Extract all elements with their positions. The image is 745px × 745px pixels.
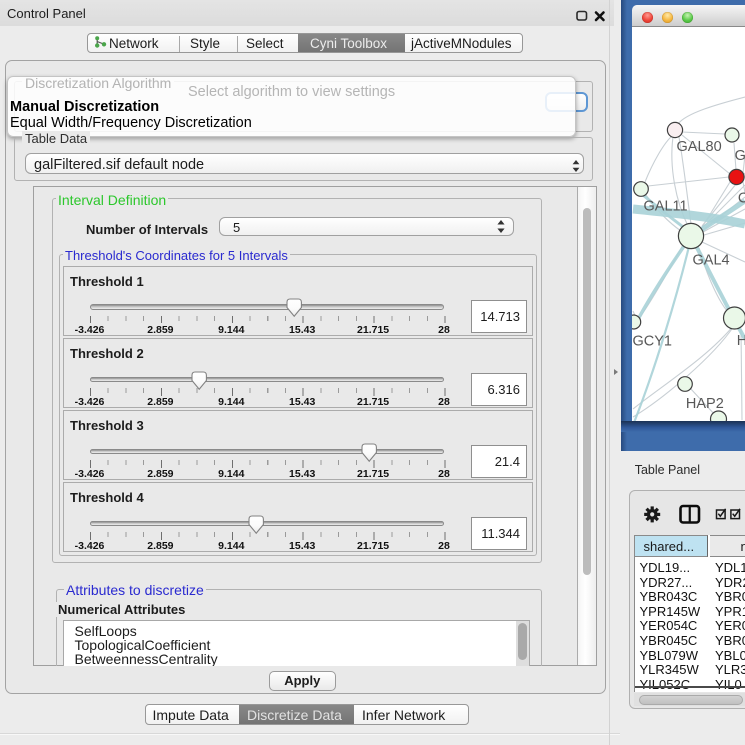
svg-text:C: C	[738, 191, 745, 207]
svg-text:GAL80: GAL80	[677, 139, 722, 155]
svg-text:HA: HA	[737, 333, 745, 349]
svg-text:GAL11: GAL11	[644, 199, 688, 215]
svg-text:HAP2: HAP2	[686, 396, 724, 412]
svg-text:GA: GA	[735, 148, 745, 164]
svg-text:GAL4: GAL4	[693, 253, 730, 269]
svg-text:GCY1: GCY1	[633, 334, 673, 350]
